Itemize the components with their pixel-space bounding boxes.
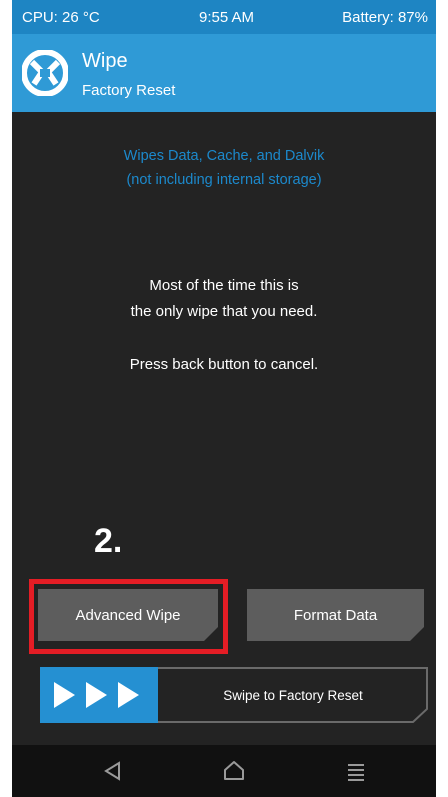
step-annotation: 2. xyxy=(94,522,123,560)
navigation-bar xyxy=(12,745,436,797)
wipe-hint-line: Most of the time this is xyxy=(149,277,299,294)
triple-play-arrows-icon[interactable] xyxy=(40,667,158,723)
wipe-description-line: (not including internal storage) xyxy=(126,172,322,188)
phone-screen: CPU: 26 °C 9:55 AM Battery: 87% Wipe Fac… xyxy=(12,0,436,797)
cpu-temperature: CPU: 26 °C xyxy=(22,9,100,26)
wipe-description: Wipes Data, Cache, and Dalvik (not inclu… xyxy=(12,144,436,192)
format-data-button[interactable]: Format Data xyxy=(247,589,424,641)
wipe-description-line: Wipes Data, Cache, and Dalvik xyxy=(123,148,325,164)
wipe-hint: Most of the time this is the only wipe t… xyxy=(12,273,436,325)
back-triangle-icon[interactable] xyxy=(99,757,127,785)
advanced-wipe-label: Advanced Wipe xyxy=(75,606,181,624)
swipe-label: Swipe to Factory Reset xyxy=(223,687,363,703)
page-title: Wipe xyxy=(82,50,128,72)
page-subtitle: Factory Reset xyxy=(82,82,176,99)
battery-level: Battery: 87% xyxy=(342,9,428,26)
advanced-wipe-button[interactable]: Advanced Wipe xyxy=(38,589,218,641)
page-header: Wipe Factory Reset xyxy=(12,34,436,112)
swipe-to-factory-reset-slider[interactable]: Swipe to Factory Reset xyxy=(40,667,428,723)
wipe-hint-line: the only wipe that you need. xyxy=(130,303,318,320)
home-icon[interactable] xyxy=(220,757,248,785)
status-bar: CPU: 26 °C 9:55 AM Battery: 87% xyxy=(12,0,436,34)
format-data-label: Format Data xyxy=(293,606,378,624)
twrp-logo-icon xyxy=(22,50,68,96)
clock: 9:55 AM xyxy=(199,9,255,26)
menu-lines-icon[interactable] xyxy=(342,757,370,785)
cancel-hint: Press back button to cancel. xyxy=(129,356,319,373)
